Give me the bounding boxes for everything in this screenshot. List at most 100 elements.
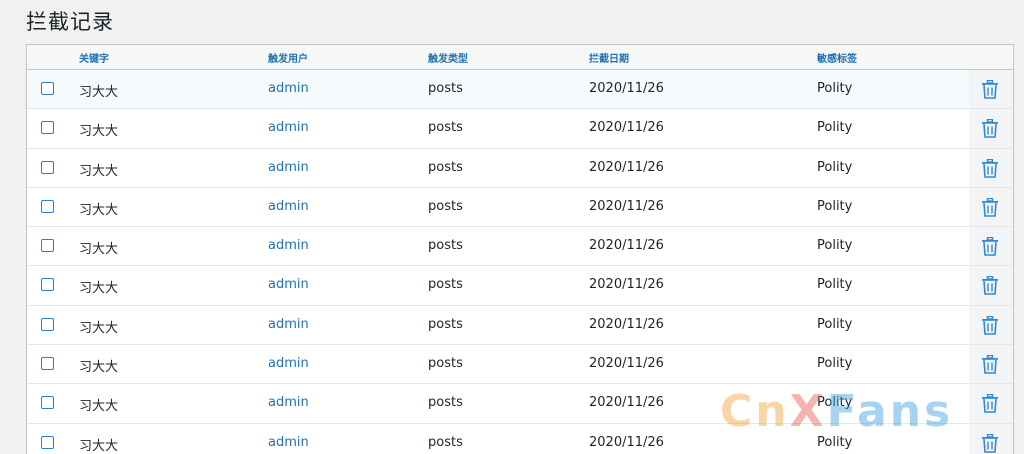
cell-date: 2020/11/26 <box>589 198 664 214</box>
table-row: 习大大 admin posts 2020/11/26 Polity <box>27 266 1013 306</box>
table-row: 习大大 admin posts 2020/11/26 Polity <box>27 227 1013 267</box>
cell-user-link[interactable]: admin <box>268 435 309 450</box>
cell-user-link[interactable]: admin <box>268 395 309 410</box>
cell-tag: Polity <box>817 238 853 254</box>
table-row: 习大大 admin posts 2020/11/26 Polity <box>27 384 1013 424</box>
cell-type: posts <box>428 159 463 175</box>
cell-date: 2020/11/26 <box>589 238 664 254</box>
row-checkbox[interactable] <box>41 82 54 95</box>
cell-date: 2020/11/26 <box>589 159 664 175</box>
table-row: 习大大 admin posts 2020/11/26 Polity <box>27 148 1013 188</box>
row-actions <box>969 148 1013 187</box>
row-actions <box>969 187 1013 227</box>
trash-icon[interactable] <box>981 276 999 296</box>
cell-type: posts <box>428 395 463 411</box>
trash-icon[interactable] <box>981 433 999 453</box>
row-checkbox[interactable] <box>41 160 54 174</box>
row-actions <box>969 305 1013 345</box>
cell-user-link[interactable]: admin <box>268 160 309 175</box>
trash-icon[interactable] <box>981 197 999 217</box>
row-actions <box>969 70 1013 109</box>
cell-keyword: 习大大 <box>79 202 119 218</box>
cell-tag: Polity <box>817 434 853 450</box>
page: 拦截记录 关键字 触发用户 触发类型 拦截日期 敏感标签 习大大 admin pos… <box>0 0 1024 454</box>
table-row: 习大大 admin posts 2020/11/26 Polity <box>27 305 1013 346</box>
cell-type: posts <box>428 316 463 332</box>
cell-tag: Polity <box>817 277 853 293</box>
page-title: 拦截记录 <box>26 10 114 34</box>
cell-date: 2020/11/26 <box>589 120 664 136</box>
cell-tag: Polity <box>817 159 853 175</box>
cell-date: 2020/11/26 <box>589 356 664 372</box>
cell-keyword: 习大大 <box>79 242 119 258</box>
intercept-records-table: 关键字 触发用户 触发类型 拦截日期 敏感标签 习大大 admin posts 202… <box>26 44 1014 454</box>
cell-keyword: 习大大 <box>79 281 119 297</box>
cell-tag: Polity <box>817 120 853 136</box>
cell-date: 2020/11/26 <box>589 277 664 293</box>
cell-type: posts <box>428 198 463 214</box>
table-row: 习大大 admin posts 2020/11/26 Polity <box>27 187 1013 228</box>
cell-user-link[interactable]: admin <box>268 317 309 332</box>
cell-user-link[interactable]: admin <box>268 81 309 96</box>
table-row: 习大大 admin posts 2020/11/26 Polity <box>27 423 1013 454</box>
trash-icon[interactable] <box>981 158 999 178</box>
row-actions <box>969 384 1013 423</box>
row-checkbox[interactable] <box>41 121 54 135</box>
table-header: 关键字 触发用户 触发类型 拦截日期 敏感标签 <box>27 45 1013 70</box>
cell-keyword: 习大大 <box>79 399 119 415</box>
table-row: 习大大 admin posts 2020/11/26 Polity <box>27 70 1013 110</box>
cell-keyword: 习大大 <box>79 438 119 454</box>
row-checkbox[interactable] <box>41 396 54 410</box>
cell-type: posts <box>428 277 463 293</box>
trash-icon[interactable] <box>981 394 999 414</box>
row-actions <box>969 227 1013 266</box>
trash-icon[interactable] <box>981 236 999 256</box>
column-header-type[interactable]: 触发类型 <box>428 50 468 65</box>
cell-type: posts <box>428 434 463 450</box>
cell-date: 2020/11/26 <box>589 434 664 450</box>
row-checkbox[interactable] <box>41 317 54 331</box>
trash-icon[interactable] <box>981 79 999 99</box>
cell-type: posts <box>428 356 463 372</box>
row-checkbox[interactable] <box>41 357 54 371</box>
cell-tag: Polity <box>817 316 853 332</box>
table-body: 习大大 admin posts 2020/11/26 Polity 习大大 admin pos… <box>27 70 1013 454</box>
column-header-date[interactable]: 拦截日期 <box>589 50 629 65</box>
table-row: 习大大 admin posts 2020/11/26 Polity <box>27 109 1013 149</box>
cell-keyword: 习大大 <box>79 124 119 140</box>
cell-keyword: 习大大 <box>79 320 119 336</box>
table-row: 习大大 admin posts 2020/11/26 Polity <box>27 345 1013 385</box>
row-actions <box>969 345 1013 384</box>
cell-user-link[interactable]: admin <box>268 277 309 292</box>
column-header-keyword[interactable]: 关键字 <box>79 50 109 65</box>
row-actions <box>969 109 1013 148</box>
cell-type: posts <box>428 238 463 254</box>
row-checkbox[interactable] <box>41 239 54 253</box>
cell-date: 2020/11/26 <box>589 81 664 96</box>
cell-user-link[interactable]: admin <box>268 199 309 214</box>
cell-keyword: 习大大 <box>79 163 119 179</box>
row-checkbox[interactable] <box>41 278 54 292</box>
row-checkbox[interactable] <box>41 199 54 213</box>
column-header-tag[interactable]: 敏感标签 <box>817 50 857 65</box>
cell-date: 2020/11/26 <box>589 395 664 411</box>
cell-user-link[interactable]: admin <box>268 238 309 253</box>
trash-icon[interactable] <box>981 354 999 374</box>
cell-keyword: 习大大 <box>79 360 119 376</box>
cell-tag: Polity <box>817 198 853 214</box>
cell-tag: Polity <box>817 395 853 411</box>
cell-tag: Polity <box>817 356 853 372</box>
trash-icon[interactable] <box>981 119 999 139</box>
cell-type: posts <box>428 81 463 96</box>
cell-keyword: 习大大 <box>79 85 119 100</box>
cell-date: 2020/11/26 <box>589 316 664 332</box>
row-actions <box>969 423 1013 454</box>
cell-user-link[interactable]: admin <box>268 356 309 371</box>
row-actions <box>969 266 1013 305</box>
cell-type: posts <box>428 120 463 136</box>
cell-tag: Polity <box>817 81 853 96</box>
row-checkbox[interactable] <box>41 435 54 449</box>
cell-user-link[interactable]: admin <box>268 120 309 135</box>
column-header-user[interactable]: 触发用户 <box>268 50 308 65</box>
trash-icon[interactable] <box>981 315 999 335</box>
